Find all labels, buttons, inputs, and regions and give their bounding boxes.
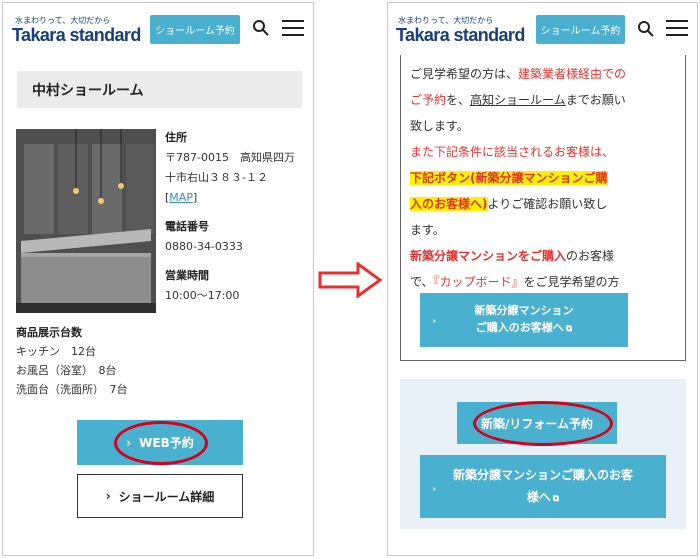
address-line-1: 〒787-0015 高知県四万 (165, 151, 295, 164)
notice-p3-a: 下記ボタン(新築分譲マンションご購 (410, 171, 608, 185)
notice-p4-d: 『カップボード』 (433, 275, 524, 289)
showroom-title: 中村ショールーム (17, 71, 302, 108)
display-count-washbasin: 洗面台（洗面所） 7台 (16, 383, 128, 396)
notice-text: ご見学希望の方は、建築業者様経由での ご予約を、高知ショールームまでお願い 致し… (410, 61, 672, 295)
new-condo-customer-button[interactable]: › 新築分譲マンション ご購入のお客様へ ⧉ (420, 293, 628, 347)
hamburger-menu-icon[interactable] (282, 20, 304, 36)
notice-p3-b: 入のお客様へ) (410, 197, 488, 211)
address-line-2: 十市右山３８３-１２ (165, 171, 268, 184)
chevron-right-icon: › (126, 435, 132, 450)
web-reserve-label: WEB予約 (139, 436, 194, 450)
notice-p1-c: ご予約 (410, 93, 447, 107)
left-screenshot-panel: 水まわりって、大切だから Takara standard ショールーム予約 中村… (2, 2, 314, 556)
new-condo-btn-line2: 様へ (526, 489, 551, 504)
external-link-icon: ⧉ (565, 324, 573, 334)
takara-standard-logo[interactable]: Takara standard (396, 25, 525, 46)
display-count-kitchen: キッチン 12台 (16, 345, 96, 358)
search-icon[interactable] (252, 19, 270, 37)
display-count-block: 商品展示台数 キッチン 12台 お風呂（浴室） 8台 洗面台（洗面所） 7台 (16, 323, 128, 399)
new-condo-btn-line2-wrap: 様へ ⧉ (527, 486, 559, 510)
map-link-wrap: [MAP] (165, 189, 197, 207)
web-reserve-button[interactable]: › WEB予約 (77, 420, 243, 465)
notice-p1-b: 建築業者様経由での (518, 67, 627, 81)
display-count-bath: お風呂（浴室） 8台 (16, 364, 117, 377)
takara-standard-logo[interactable]: Takara standard (12, 25, 141, 46)
hours-label: 営業時間 (165, 269, 209, 282)
chevron-right-icon: › (432, 484, 437, 495)
right-screenshot-panel: 水まわりって、大切だから Takara standard ショールーム予約 ご見… (387, 2, 698, 556)
showroom-reserve-button[interactable]: ショールーム予約 (150, 15, 240, 44)
notice-p2: また下記条件に該当されるお客様は、 (410, 145, 615, 159)
showroom-detail-button[interactable]: › ショールーム詳細 (77, 474, 243, 518)
display-count-title: 商品展示台数 (16, 326, 82, 339)
new-condo-purchase-button[interactable]: › 新築分譲マンションご購入のお客 様へ ⧉ (420, 455, 666, 518)
business-hours: 10:00〜17:00 (165, 289, 240, 302)
map-link[interactable]: MAP (169, 191, 193, 204)
notice-p1-f: までお願い (565, 93, 626, 107)
right-arrow-icon (318, 261, 384, 302)
notice-p4-a: 新築分譲マンションをご購入 (410, 249, 567, 263)
site-header: 水まわりって、大切だから Takara standard ショールーム予約 (3, 3, 313, 55)
inner-btn-line2-wrap: ご購入のお客様へ ⧉ (476, 319, 572, 338)
new-reform-reserve-button[interactable]: 新築/リフォーム予約 (457, 402, 617, 444)
address-label: 住所 (165, 131, 187, 144)
notice-p4-b: のお客様 (566, 249, 615, 263)
chevron-right-icon: › (105, 489, 111, 503)
notice-p1-a: ご見学希望の方は、 (410, 67, 519, 81)
notice-p1-g: 致します。 (410, 119, 469, 133)
chevron-right-icon: › (432, 316, 437, 327)
notice-p4-e: をご見学希望の方 (523, 275, 620, 289)
hamburger-menu-icon[interactable] (666, 20, 688, 36)
notice-p3-c: よりご確認お願い致し (487, 197, 608, 211)
showroom-kitchen-photo (16, 129, 156, 313)
phone-number[interactable]: 0880-34-0333 (165, 238, 243, 256)
external-link-icon: ⧉ (552, 493, 560, 504)
phone-label: 電話番号 (165, 220, 209, 233)
showroom-detail-label: ショールーム詳細 (118, 489, 215, 504)
kochi-showroom-link[interactable]: 高知ショールーム (470, 93, 566, 107)
notice-p1-d: を、 (446, 93, 471, 107)
map-bracket-close: ] (192, 191, 198, 204)
notice-p4-c: で、 (410, 275, 434, 289)
showroom-reserve-button[interactable]: ショールーム予約 (536, 15, 625, 44)
inner-btn-line1: 新築分譲マンション (474, 304, 574, 317)
site-header: 水まわりって、大切だから Takara standard ショールーム予約 (388, 3, 697, 55)
search-icon[interactable] (637, 20, 655, 38)
inner-btn-line2: ご購入のお客様へ (475, 321, 564, 334)
notice-p3-d: ます。 (410, 223, 445, 237)
new-condo-btn-line1: 新築分譲マンションご購入のお客 (452, 467, 633, 482)
